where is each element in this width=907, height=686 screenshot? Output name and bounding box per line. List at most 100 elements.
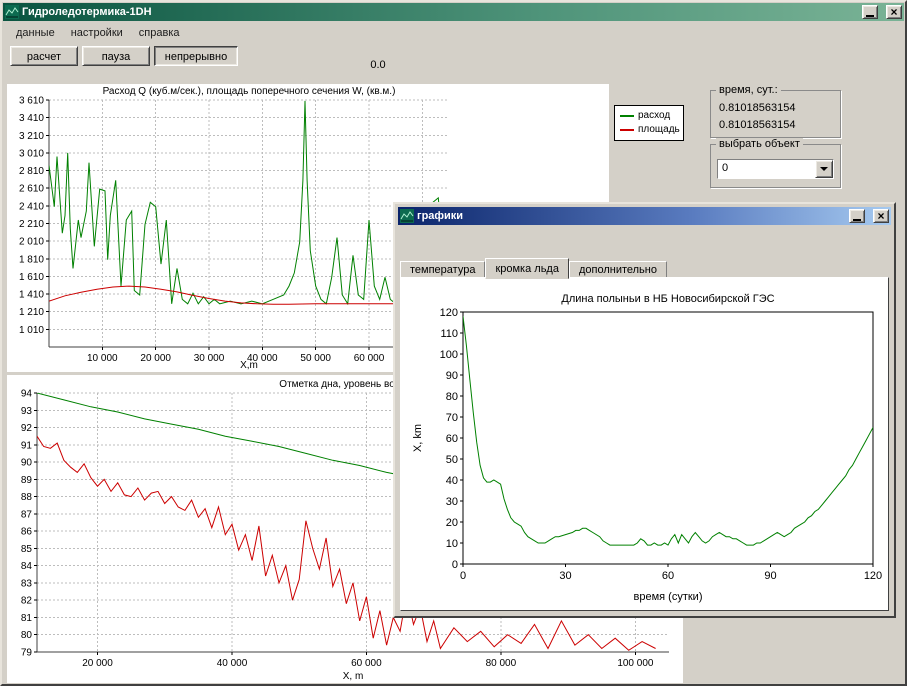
menu-item-help[interactable]: справка	[131, 25, 188, 41]
svg-text:86: 86	[21, 527, 33, 538]
svg-text:20 000: 20 000	[140, 353, 171, 364]
svg-text:89: 89	[21, 475, 33, 486]
svg-text:50: 50	[446, 454, 458, 466]
svg-text:79: 79	[21, 648, 33, 659]
dropdown-arrow-icon	[820, 167, 828, 171]
minimize-button[interactable]	[862, 5, 878, 19]
main-titlebar[interactable]: Гидроледотермика-1DH ×	[3, 3, 904, 21]
svg-text:87: 87	[21, 509, 33, 520]
svg-text:2 210: 2 210	[19, 219, 44, 230]
svg-text:30 000: 30 000	[194, 353, 225, 364]
svg-text:100: 100	[440, 349, 458, 361]
graphs-window-title: графики	[417, 210, 846, 222]
svg-text:84: 84	[21, 561, 33, 572]
svg-text:X, km: X, km	[412, 424, 424, 452]
svg-text:50 000: 50 000	[300, 353, 331, 364]
svg-text:85: 85	[21, 544, 33, 555]
flow-line-swatch	[620, 115, 634, 117]
svg-text:80 000: 80 000	[486, 658, 517, 669]
svg-text:60 000: 60 000	[351, 658, 382, 669]
svg-text:94: 94	[21, 389, 33, 400]
tab-temperature[interactable]: температура	[400, 261, 485, 278]
svg-text:2 410: 2 410	[19, 201, 44, 212]
svg-text:1 610: 1 610	[19, 272, 44, 283]
svg-text:2 010: 2 010	[19, 237, 44, 248]
object-select-button[interactable]	[815, 160, 833, 178]
main-window: Гидроледотермика-1DH × данные настройки …	[0, 0, 907, 686]
svg-text:81: 81	[21, 613, 33, 624]
graphs-window: графики × температура кромка льда дополн…	[393, 202, 896, 618]
main-window-controls: ×	[862, 5, 902, 19]
svg-text:92: 92	[21, 423, 33, 434]
app-icon	[5, 5, 19, 19]
svg-text:40 000: 40 000	[217, 658, 248, 669]
calc-button[interactable]: расчет	[10, 46, 78, 66]
svg-text:120: 120	[864, 570, 882, 582]
svg-text:80: 80	[21, 630, 33, 641]
graphs-close-button[interactable]: ×	[873, 209, 889, 223]
time-groupbox: время, сут.: 0.81018563154 0.81018563154	[710, 90, 841, 138]
svg-text:3 210: 3 210	[19, 131, 44, 142]
svg-text:3 410: 3 410	[19, 113, 44, 124]
tab-ice-edge[interactable]: кромка льда	[485, 258, 569, 279]
menu-item-settings[interactable]: настройки	[63, 25, 131, 41]
legend-label-flow: расход	[638, 109, 670, 123]
tab-additional[interactable]: дополнительно	[569, 261, 667, 278]
time-value-2: 0.81018563154	[719, 117, 840, 134]
window-title: Гидроледотермика-1DH	[22, 6, 859, 18]
svg-text:1 810: 1 810	[19, 254, 44, 265]
svg-text:90: 90	[446, 370, 458, 382]
object-group-title: выбрать объект	[716, 138, 803, 150]
svg-text:120: 120	[440, 307, 458, 319]
legend-item-flow: расход	[620, 109, 678, 123]
svg-text:10: 10	[446, 538, 458, 550]
ice-edge-tab-panel: 03060901200102030405060708090100110120Дл…	[400, 277, 889, 611]
close-button[interactable]: ×	[886, 5, 902, 19]
svg-text:1 010: 1 010	[19, 325, 44, 336]
svg-text:93: 93	[21, 406, 33, 417]
legend-label-area: площадь	[638, 123, 680, 137]
polynya-length-chart: 03060901200102030405060708090100110120Дл…	[405, 282, 887, 604]
svg-text:2 610: 2 610	[19, 184, 44, 195]
graphs-titlebar[interactable]: графики ×	[398, 207, 891, 225]
svg-text:3 610: 3 610	[19, 96, 44, 107]
svg-text:60: 60	[662, 570, 674, 582]
graphs-window-controls: ×	[849, 209, 889, 223]
close-icon: ×	[890, 7, 897, 17]
svg-text:X, m: X, m	[343, 671, 364, 682]
graphs-window-icon	[400, 209, 414, 223]
svg-text:60: 60	[446, 433, 458, 445]
status-value: 0.0	[357, 59, 399, 71]
time-value-1: 0.81018563154	[719, 100, 840, 117]
area-line-swatch	[620, 129, 634, 131]
continuous-button[interactable]: непрерывно	[154, 46, 238, 66]
svg-text:30: 30	[446, 496, 458, 508]
polynya-chart-holder: 03060901200102030405060708090100110120Дл…	[405, 282, 887, 604]
legend-item-area: площадь	[620, 123, 678, 137]
svg-text:1 410: 1 410	[19, 290, 44, 301]
chart-legend: расход площадь	[614, 105, 684, 141]
svg-text:30: 30	[559, 570, 571, 582]
svg-text:0: 0	[452, 559, 458, 571]
menu-bar: данные настройки справка	[4, 24, 903, 42]
menu-item-data[interactable]: данные	[8, 25, 63, 41]
svg-text:3 010: 3 010	[19, 148, 44, 159]
svg-text:90: 90	[764, 570, 776, 582]
object-select[interactable]: 0	[717, 159, 834, 179]
minimize-icon	[866, 15, 874, 17]
svg-text:82: 82	[21, 596, 33, 607]
svg-text:20 000: 20 000	[82, 658, 113, 669]
svg-text:40: 40	[446, 475, 458, 487]
svg-text:70: 70	[446, 412, 458, 424]
svg-text:2 810: 2 810	[19, 166, 44, 177]
graphs-minimize-button[interactable]	[849, 209, 865, 223]
svg-text:83: 83	[21, 578, 33, 589]
svg-text:1 210: 1 210	[19, 307, 44, 318]
svg-text:60 000: 60 000	[354, 353, 385, 364]
svg-text:Расход Q (куб.м/сек.), площадь: Расход Q (куб.м/сек.), площадь поперечно…	[103, 85, 396, 97]
svg-text:X,m: X,m	[240, 360, 258, 371]
time-group-title: время, сут.:	[716, 84, 781, 96]
svg-text:10 000: 10 000	[87, 353, 118, 364]
svg-text:90: 90	[21, 458, 33, 469]
pause-button[interactable]: пауза	[82, 46, 150, 66]
